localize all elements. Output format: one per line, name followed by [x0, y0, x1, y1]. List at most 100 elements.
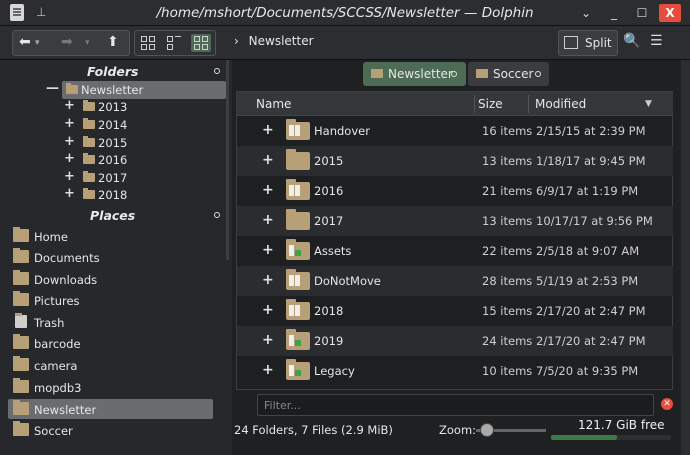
column-separator[interactable] — [528, 95, 529, 113]
expand-icon[interactable]: + — [262, 272, 274, 288]
place-pictures[interactable]: Pictures — [8, 290, 213, 310]
expand-icon[interactable]: + — [64, 169, 75, 184]
table-row[interactable]: +2016 21 items 6/9/17 at 1:19 PM — [237, 176, 673, 206]
file-name: 2017 — [314, 214, 344, 228]
file-modified: 2/15/15 at 2:39 PM — [536, 124, 646, 138]
table-row[interactable]: + Assets 22 items 2/5/18 at 9:07 AM — [237, 236, 673, 266]
place-label: Documents — [34, 251, 100, 265]
close-button[interactable]: X — [659, 4, 681, 22]
expand-icon[interactable]: + — [64, 186, 75, 201]
tree-item-2014[interactable]: + 2014 — [64, 116, 224, 134]
expand-icon[interactable]: + — [262, 182, 274, 198]
maximize-button[interactable]: ☐ — [632, 4, 652, 22]
tab-close-icon[interactable] — [451, 71, 457, 77]
column-size-header[interactable]: Size — [478, 97, 503, 111]
folder-icon — [83, 171, 95, 182]
tree-item-2013[interactable]: + 2013 — [64, 98, 224, 116]
hamburger-menu-icon[interactable]: ☰ — [650, 33, 666, 49]
place-mopdb3[interactable]: mopdb3 — [8, 377, 213, 397]
folder-icon — [83, 153, 95, 164]
place-label: Pictures — [34, 294, 80, 308]
place-trash[interactable]: Trash — [8, 312, 213, 332]
file-modified: 2/17/20 at 2:47 PM — [536, 334, 646, 348]
place-newsletter[interactable]: Newsletter — [8, 399, 213, 419]
tab-soccer[interactable]: Soccer — [468, 62, 549, 86]
places-panel-close-icon[interactable] — [214, 212, 220, 218]
place-label: mopdb3 — [34, 381, 82, 395]
folder-icon — [83, 188, 95, 199]
place-home[interactable]: Home — [8, 226, 213, 246]
details-view-button[interactable] — [191, 34, 211, 52]
forward-history-chevron-icon[interactable]: ▾ — [85, 38, 90, 48]
expand-icon[interactable]: + — [262, 242, 274, 258]
expand-icon[interactable]: + — [64, 134, 75, 149]
up-arrow-icon[interactable]: ⬆ — [107, 34, 119, 50]
filter-input[interactable]: Filter... — [257, 394, 654, 416]
table-row[interactable]: + DoNotMove 28 items 5/1/19 at 2:53 PM — [237, 266, 673, 296]
folder-icon — [83, 136, 95, 147]
expand-icon[interactable]: + — [262, 332, 274, 348]
minimize-button[interactable]: _ — [604, 4, 624, 22]
tree-collapse-icon[interactable]: — — [46, 81, 60, 99]
expand-icon[interactable]: + — [262, 152, 274, 168]
file-size: 15 items — [482, 304, 533, 318]
file-modified: 2/5/18 at 9:07 AM — [536, 244, 640, 258]
forward-arrow-icon[interactable]: ➡ — [61, 34, 73, 50]
tree-item-2016[interactable]: + 2016 — [64, 151, 224, 169]
expand-icon[interactable]: + — [64, 151, 75, 166]
tree-item-newsletter[interactable]: Newsletter — [62, 81, 226, 99]
tree-item-2018[interactable]: + 2018 — [64, 186, 224, 204]
filter-placeholder: Filter... — [264, 399, 301, 412]
table-row[interactable]: +2018 15 items 2/17/20 at 2:47 PM — [237, 296, 673, 326]
folder-icon — [83, 118, 95, 129]
tree-item-2015[interactable]: + 2015 — [64, 134, 224, 152]
zoom-slider-handle[interactable] — [480, 423, 494, 437]
breadcrumb[interactable]: › Newsletter — [234, 34, 314, 48]
folders-panel-close-icon[interactable] — [214, 68, 220, 74]
back-arrow-icon[interactable]: ⬅ — [19, 34, 31, 50]
table-row[interactable]: +2019 24 items 2/17/20 at 2:47 PM — [237, 326, 673, 356]
tab-close-icon[interactable] — [535, 71, 541, 77]
tree-item-2017[interactable]: + 2017 — [64, 169, 224, 187]
free-space-indicator[interactable]: 121.7 GiB free — [551, 417, 676, 441]
place-label: Downloads — [34, 273, 98, 287]
table-row[interactable]: +2017 13 items 10/17/17 at 9:56 PM — [237, 206, 673, 236]
expand-icon[interactable]: + — [64, 98, 75, 113]
place-camera[interactable]: camera — [8, 355, 213, 375]
table-row[interactable]: + Legacy 10 items 7/5/20 at 9:35 PM — [237, 356, 673, 386]
icons-view-button[interactable] — [138, 34, 158, 52]
place-barcode[interactable]: barcode — [8, 333, 213, 353]
file-size: 21 items — [482, 184, 533, 198]
tree-item-label: 2014 — [98, 118, 128, 132]
expand-icon[interactable]: + — [262, 212, 274, 228]
expand-icon[interactable]: + — [64, 116, 75, 131]
place-label: Trash — [34, 316, 65, 330]
filter-close-icon[interactable]: ✕ — [661, 398, 673, 410]
place-soccer[interactable]: Soccer — [8, 420, 213, 440]
table-row[interactable]: + Handover 16 items 2/15/15 at 2:39 PM — [237, 116, 673, 146]
place-downloads[interactable]: Downloads — [8, 269, 213, 289]
file-name: 2018 — [314, 304, 344, 318]
tab-newsletter[interactable]: Newsletter — [363, 62, 466, 86]
column-modified-header[interactable]: Modified — [535, 97, 586, 111]
folder-icon — [286, 269, 310, 290]
expand-icon[interactable]: + — [262, 122, 274, 138]
place-documents[interactable]: Documents — [8, 247, 213, 267]
file-name: DoNotMove — [314, 274, 381, 288]
zoom-label: Zoom: — [439, 423, 477, 437]
table-row[interactable]: +2015 13 items 1/18/17 at 9:45 PM — [237, 146, 673, 176]
breadcrumb-current[interactable]: Newsletter — [249, 34, 314, 48]
column-name-header[interactable]: Name — [256, 97, 291, 111]
split-button[interactable]: Split — [558, 30, 618, 56]
folder-icon — [13, 334, 29, 349]
back-history-chevron-icon[interactable]: ▾ — [35, 38, 40, 48]
side-panel-scrollbar[interactable] — [226, 60, 229, 260]
compact-view-button[interactable] — [164, 34, 184, 52]
expand-icon[interactable]: + — [262, 302, 274, 318]
shade-button[interactable]: ⌄ — [576, 4, 596, 22]
column-separator[interactable] — [474, 95, 475, 113]
sort-descending-icon[interactable]: ▼ — [645, 99, 652, 109]
expand-icon[interactable]: + — [262, 362, 274, 378]
search-icon[interactable]: 🔍 — [623, 33, 640, 49]
folder-icon — [286, 209, 310, 230]
